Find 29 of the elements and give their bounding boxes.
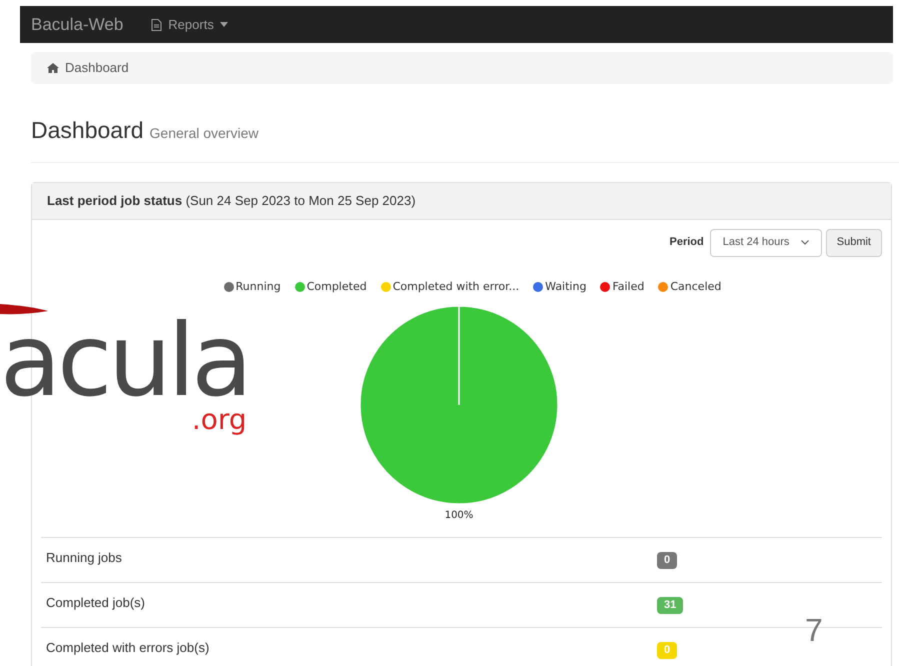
legend-label[interactable]: Completed (306, 278, 367, 295)
row-label: Completed with errors job(s) (46, 639, 210, 657)
period-label: Period (670, 235, 704, 250)
chevron-icon (800, 240, 809, 245)
page-subtitle: General overview (150, 124, 258, 143)
breadcrumb-item[interactable]: Dashboard (65, 58, 129, 78)
logo-suffix: .org (192, 406, 247, 434)
brand-link[interactable]: Bacula-Web (31, 12, 124, 38)
count-badge: 0 (657, 552, 678, 569)
document-icon (151, 18, 162, 30)
page-number: 7 (805, 611, 823, 650)
submit-button[interactable]: Submit (826, 228, 882, 256)
legend-label[interactable]: Canceled (670, 278, 722, 295)
home-icon (47, 63, 59, 73)
caret-icon (220, 22, 228, 27)
reports-menu[interactable]: Reports (151, 14, 228, 34)
period-select[interactable]: Last 24 hours (710, 228, 822, 256)
legend-label[interactable]: Running (236, 278, 281, 295)
row-label: Running jobs (46, 549, 123, 567)
panel-title: Last period job status (Sun 24 Sep 2023 to Mon 25 Sep 2023) (47, 192, 416, 210)
legend-label[interactable]: Completed with error... (392, 278, 520, 295)
logo-text: acula (0, 316, 249, 406)
row-label: Completed job(s) (46, 594, 146, 612)
count-badge: 31 (657, 597, 684, 614)
page-title: Dashboard (31, 116, 144, 145)
data-label: 100% (444, 509, 474, 523)
legend-label[interactable]: Waiting (545, 278, 586, 295)
count-badge: 0 (657, 642, 678, 659)
legend-label[interactable]: Failed (612, 278, 644, 295)
